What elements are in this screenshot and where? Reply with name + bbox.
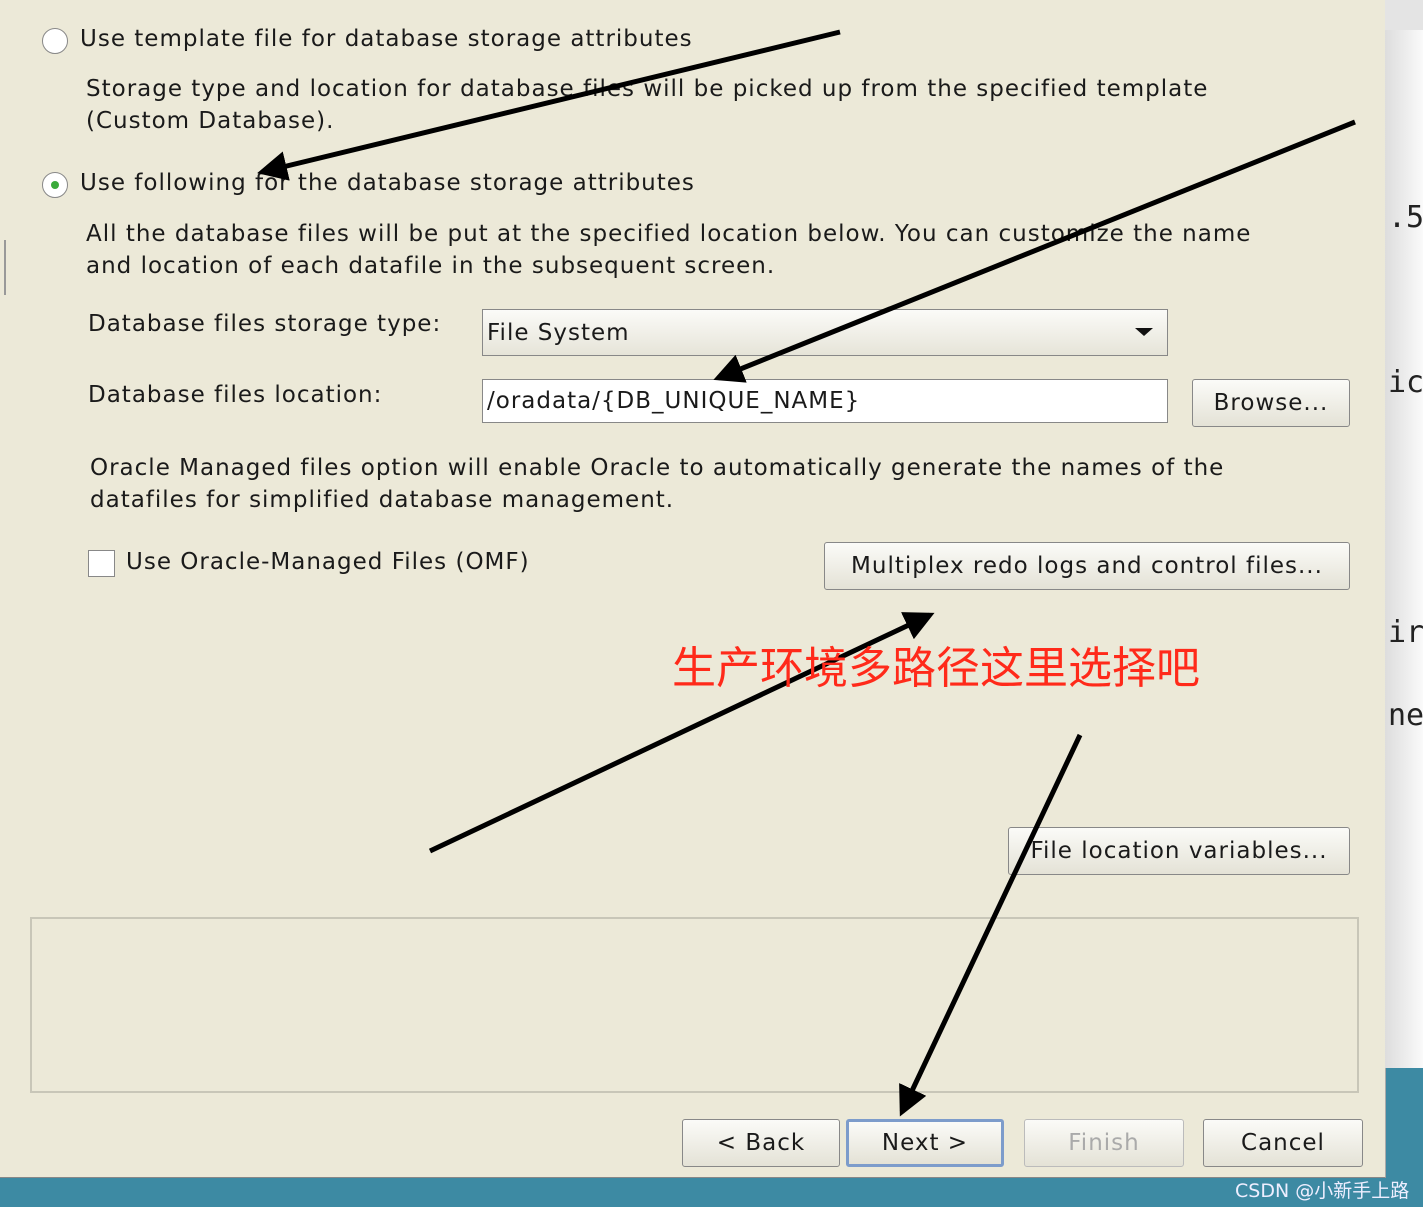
arrow-to-next bbox=[899, 733, 1083, 1117]
arrow-to-location bbox=[713, 119, 1356, 383]
annotation-text: 生产环境多路径这里选择吧 bbox=[672, 643, 1200, 694]
arrow-to-following-radio bbox=[257, 29, 841, 181]
annotation-arrows bbox=[257, 29, 1356, 1117]
watermark: CSDN @小新手上路 bbox=[1235, 1180, 1410, 1202]
